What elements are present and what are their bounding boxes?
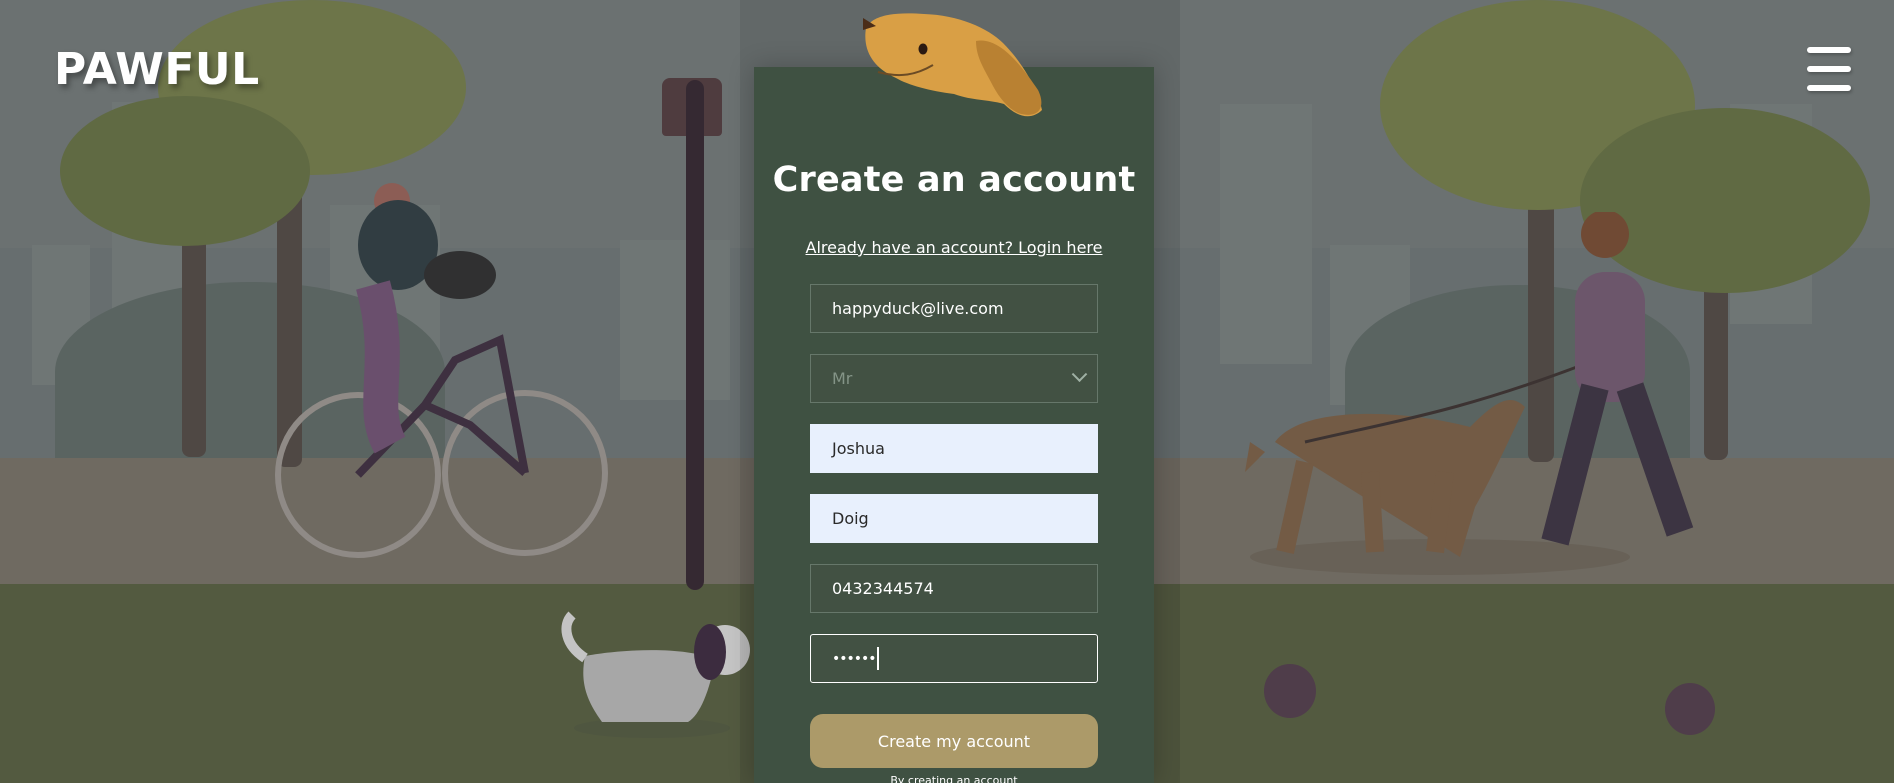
- menu-line: [1807, 85, 1851, 91]
- chevron-down-icon: [1071, 366, 1088, 383]
- last-name-field[interactable]: Doig: [810, 494, 1098, 543]
- password-mask: ••••••: [832, 650, 877, 667]
- password-field[interactable]: ••••••: [810, 634, 1098, 683]
- background-person-head: [1264, 664, 1316, 718]
- page-title: Create an account: [772, 160, 1136, 200]
- first-name-field[interactable]: Joshua: [810, 424, 1098, 473]
- background-person-head: [1665, 683, 1715, 735]
- menu-line: [1807, 66, 1851, 72]
- background-cyclist-illustration: [275, 183, 608, 558]
- brand-logo[interactable]: PAWFUL: [54, 44, 260, 95]
- salutation-select[interactable]: Mr: [810, 354, 1098, 403]
- hamburger-menu-icon[interactable]: [1805, 45, 1853, 93]
- salutation-value: Mr: [832, 369, 853, 388]
- text-cursor: [876, 647, 879, 670]
- terms-text: By creating an account: [890, 774, 1018, 783]
- phone-field[interactable]: 0432344574: [810, 564, 1098, 613]
- street-lamp-post: [686, 80, 704, 590]
- background-small-dog-illustration: [561, 611, 750, 738]
- email-field[interactable]: happyduck@live.com: [810, 284, 1098, 333]
- background-dog-walker-illustration: [1245, 212, 1694, 575]
- signup-page: PAWFUL Create an account Already have an…: [0, 0, 1894, 783]
- login-link[interactable]: Already have an account? Login here: [754, 238, 1154, 257]
- dog-logo-icon: [863, 13, 1042, 117]
- create-account-button[interactable]: Create my account: [810, 714, 1098, 768]
- menu-line: [1807, 47, 1851, 53]
